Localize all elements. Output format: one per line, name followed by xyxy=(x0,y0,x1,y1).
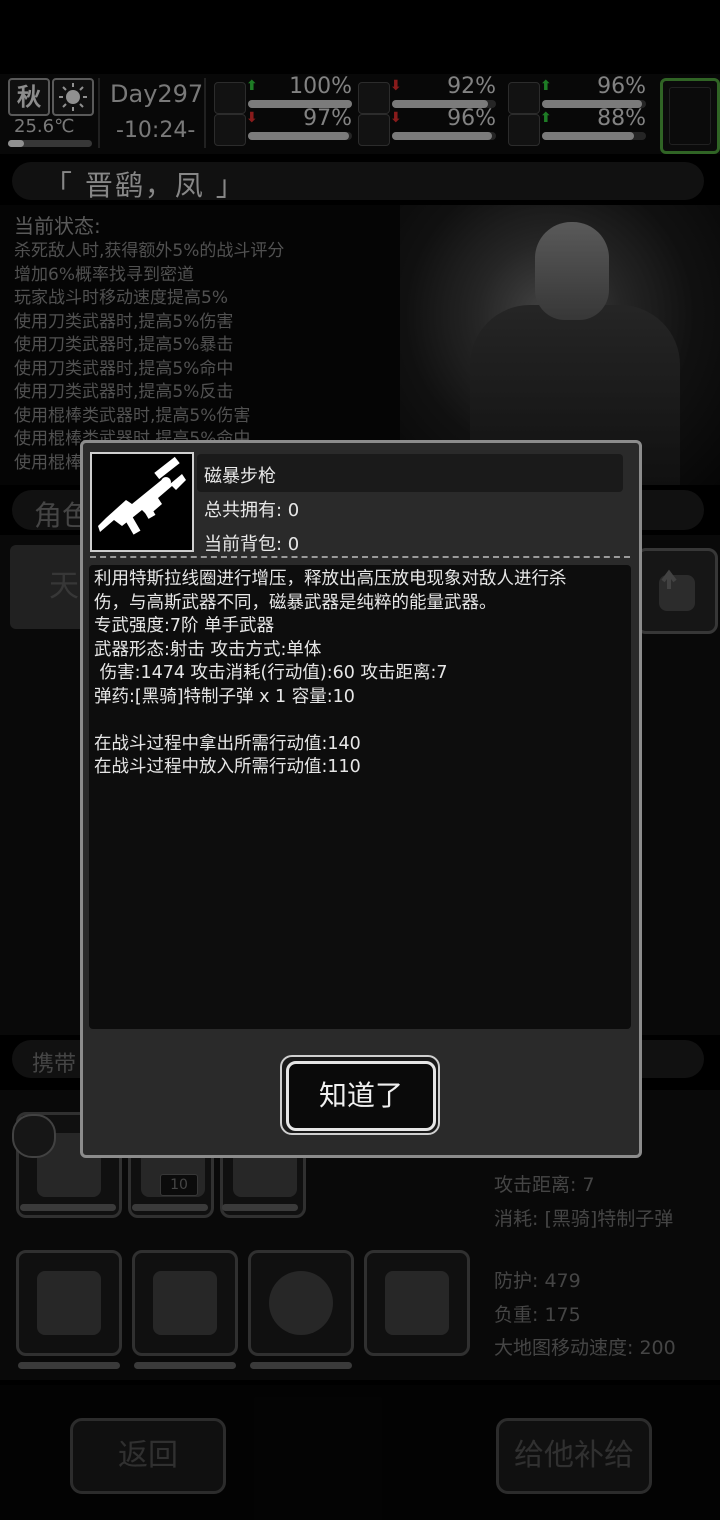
description-line: 伤，与高斯武器不同，磁暴武器是纯粹的能量武器。 xyxy=(94,592,497,613)
description-line: 伤害:1474 攻击消耗(行动值):60 攻击距离:7 xyxy=(94,663,448,683)
item-owned-count: 总共拥有: 0 xyxy=(204,500,300,521)
rifle-icon xyxy=(90,452,194,552)
description-line: 武器形态:射击 攻击方式:单体 xyxy=(94,639,322,660)
ok-button[interactable]: 知道了 xyxy=(286,1061,436,1131)
description-line xyxy=(94,709,634,733)
description-line: 在战斗过程中拿出所需行动值:140 xyxy=(94,733,361,754)
item-description: 利用特斯拉线圈进行增压，释放出高压放电现象对敌人进行杀 伤，与高斯武器不同，磁暴… xyxy=(94,568,634,780)
description-line: 利用特斯拉线圈进行增压，释放出高压放电现象对敌人进行杀 xyxy=(94,569,567,589)
divider xyxy=(90,556,630,558)
description-line: 弹药:[黑骑]特制子弹 x 1 容量:10 xyxy=(94,686,355,707)
description-line: 专武强度:7阶 单手武器 xyxy=(94,616,275,636)
item-name: 磁暴步枪 xyxy=(204,466,276,487)
item-bag-count: 当前背包: 0 xyxy=(204,534,300,555)
description-line: 在战斗过程中放入所需行动值:110 xyxy=(94,757,361,777)
